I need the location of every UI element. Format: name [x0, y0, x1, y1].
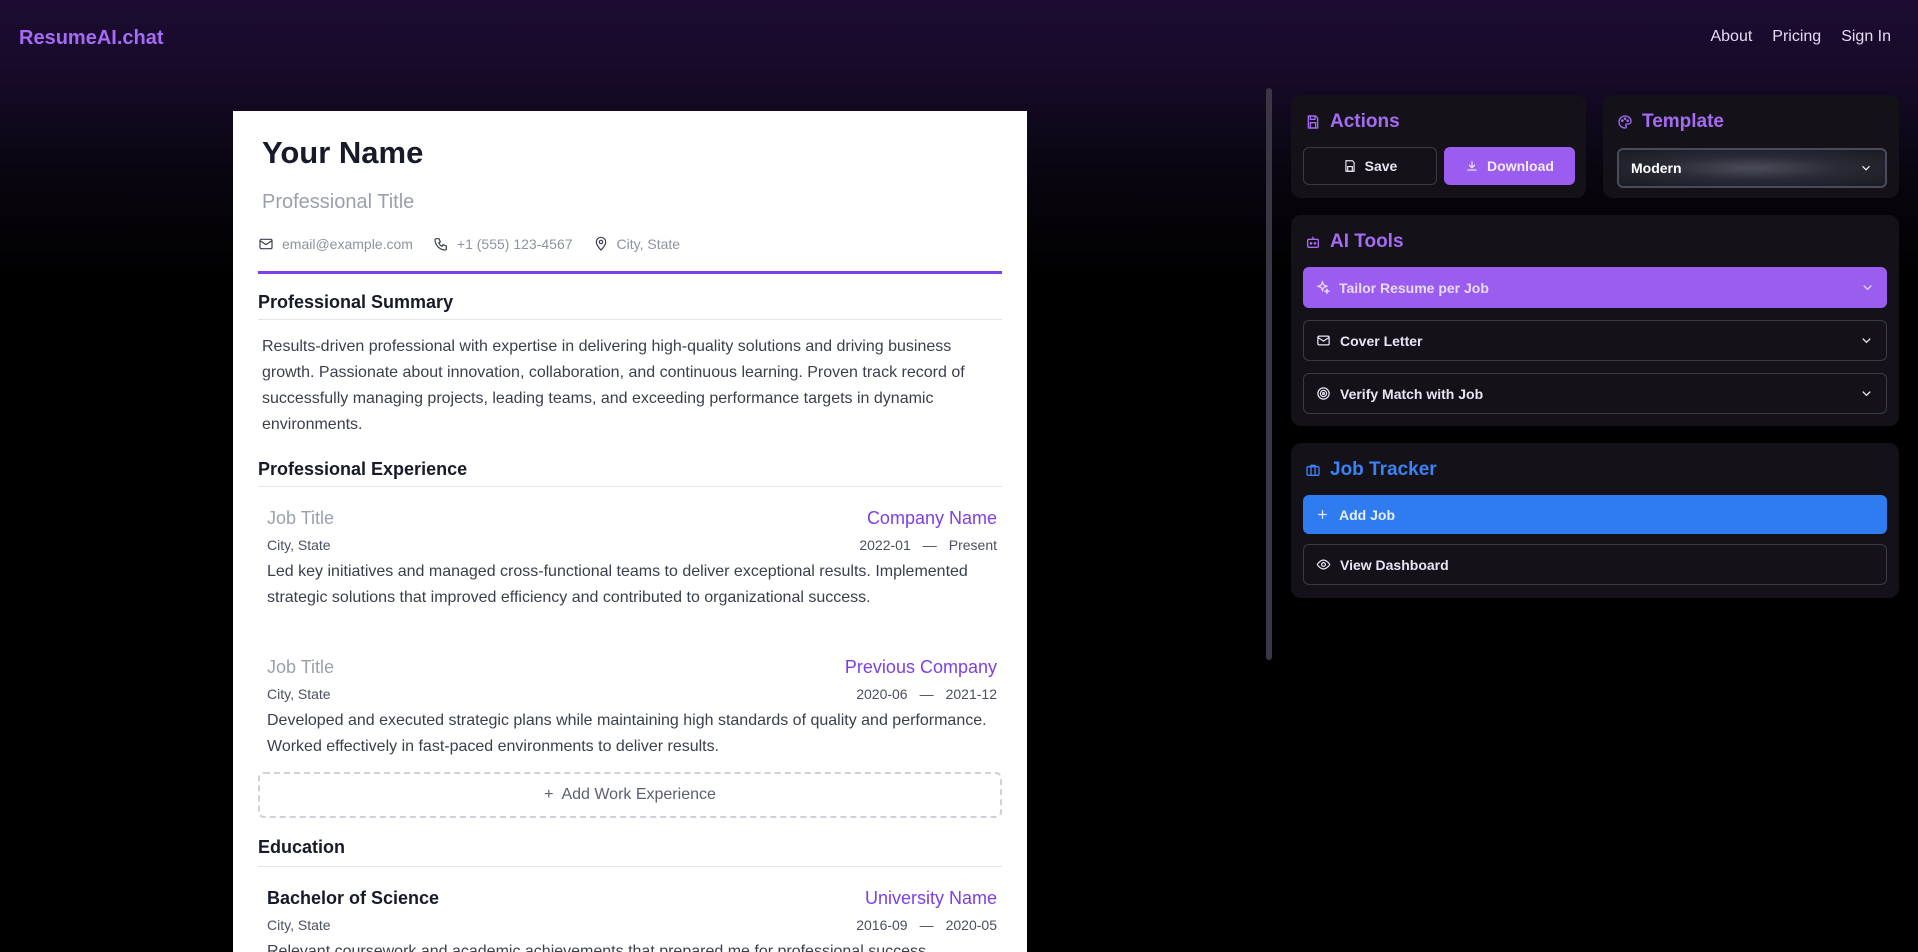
tailor-resume-label: Tailor Resume per Job: [1339, 279, 1489, 296]
date-separator: —: [922, 537, 937, 553]
experience-divider: [258, 486, 1002, 487]
education-description[interactable]: Relevant coursework and academic achieve…: [267, 939, 997, 952]
view-dashboard-label: View Dashboard: [1340, 556, 1449, 573]
job-description[interactable]: Developed and executed strategic plans w…: [267, 708, 997, 760]
template-heading: Template: [1642, 111, 1725, 132]
date-separator: —: [919, 917, 934, 933]
preview-scrollbar[interactable]: [1266, 88, 1272, 660]
eye-icon: [1316, 559, 1331, 570]
job-title[interactable]: Job Title: [267, 657, 334, 678]
ai-tools-heading: AI Tools: [1330, 231, 1404, 252]
job-tracker-heading: Job Tracker: [1330, 459, 1437, 480]
contact-phone[interactable]: +1 (555) 123-4567: [433, 236, 573, 252]
email-text: email@example.com: [282, 236, 413, 252]
contact-location[interactable]: City, State: [593, 236, 681, 252]
mail-icon: [1317, 335, 1330, 346]
verify-match-dropdown[interactable]: Verify Match with Job: [1303, 373, 1887, 414]
job-tracker-header: Job Tracker: [1305, 459, 1437, 481]
save-icon: [1307, 115, 1319, 129]
download-button[interactable]: Download: [1444, 147, 1575, 185]
cover-letter-label: Cover Letter: [1340, 332, 1423, 349]
resume-name[interactable]: Your Name: [262, 135, 423, 171]
ai-tools-header: AI Tools: [1305, 231, 1404, 253]
bot-icon: [1307, 236, 1319, 248]
plus-icon: [1318, 510, 1327, 519]
experience-entry[interactable]: Job Title Previous Company City, State 2…: [267, 657, 997, 760]
top-bar: ResumeAI.chat About Pricing Sign In: [0, 0, 1918, 78]
company-name[interactable]: Previous Company: [845, 657, 997, 678]
chevron-down-icon: [1862, 338, 1871, 344]
top-nav: About Pricing Sign In: [1710, 28, 1891, 46]
template-selected-value: Modern: [1631, 160, 1682, 176]
download-icon: [1467, 161, 1477, 171]
location-text: City, State: [616, 236, 681, 252]
add-job-label: Add Job: [1339, 506, 1395, 523]
experience-entry[interactable]: Job Title Company Name City, State 2022-…: [267, 508, 997, 611]
contact-row: email@example.com +1 (555) 123-4567 City…: [258, 236, 680, 252]
view-dashboard-button[interactable]: View Dashboard: [1303, 544, 1887, 585]
job-location[interactable]: City, State: [267, 686, 331, 702]
phone-icon: [434, 238, 447, 251]
target-icon: [1317, 387, 1330, 400]
tailor-resume-dropdown[interactable]: Tailor Resume per Job: [1303, 267, 1887, 308]
experience-heading: Professional Experience: [258, 459, 468, 479]
education-entry[interactable]: Bachelor of Science University Name City…: [267, 888, 997, 952]
start-date[interactable]: 2022-01: [859, 537, 910, 553]
job-dates: 2022-01 — Present: [859, 537, 997, 553]
resume-title[interactable]: Professional Title: [262, 191, 414, 214]
resume-preview: Your Name Professional Title email@examp…: [233, 111, 1027, 952]
actions-header: Actions: [1305, 111, 1400, 133]
briefcase-icon: [1306, 464, 1320, 476]
template-select[interactable]: Modern: [1617, 148, 1887, 188]
plus-icon: +: [544, 786, 554, 803]
end-date[interactable]: Present: [949, 537, 997, 553]
summary-text[interactable]: Results-driven professional with experti…: [262, 334, 997, 438]
company-name[interactable]: Company Name: [867, 508, 997, 529]
nav-sign-in[interactable]: Sign In: [1841, 28, 1891, 46]
chevron-down-icon: [1862, 165, 1870, 171]
verify-match-label: Verify Match with Job: [1340, 385, 1484, 402]
job-title[interactable]: Job Title: [267, 508, 334, 529]
school-location[interactable]: City, State: [267, 917, 331, 933]
map-pin-icon: [595, 236, 606, 251]
nav-pricing[interactable]: Pricing: [1772, 28, 1821, 46]
add-work-experience-button[interactable]: + Add Work Experience: [258, 772, 1002, 818]
palette-icon: [1618, 115, 1632, 129]
template-header: Template: [1617, 111, 1724, 133]
actions-heading: Actions: [1330, 111, 1400, 132]
summary-heading: Professional Summary: [258, 292, 454, 312]
job-dates: 2020-06 — 2021-12: [856, 686, 997, 702]
school-name[interactable]: University Name: [865, 888, 997, 909]
job-description[interactable]: Led key initiatives and managed cross-fu…: [267, 559, 997, 611]
degree[interactable]: Bachelor of Science: [267, 888, 439, 909]
education-dates: 2016-09 — 2020-05: [856, 917, 997, 933]
education-divider: [258, 866, 1002, 867]
start-date[interactable]: 2020-06: [856, 686, 907, 702]
education-heading: Education: [258, 837, 346, 857]
header-divider: [258, 271, 1002, 274]
nav-about[interactable]: About: [1710, 28, 1752, 46]
phone-text: +1 (555) 123-4567: [456, 236, 573, 252]
save-label: Save: [1364, 158, 1398, 174]
date-separator: —: [919, 686, 934, 702]
mail-icon: [259, 238, 273, 250]
contact-email[interactable]: email@example.com: [258, 236, 413, 252]
end-date[interactable]: 2020-05: [946, 917, 997, 933]
save-button[interactable]: Save: [1303, 147, 1437, 185]
logo[interactable]: ResumeAI.chat: [19, 27, 164, 50]
save-icon: [1344, 160, 1355, 172]
cover-letter-dropdown[interactable]: Cover Letter: [1303, 320, 1887, 361]
add-work-experience-label: Add Work Experience: [561, 786, 716, 803]
summary-divider: [258, 319, 1002, 320]
sparkles-icon: [1316, 280, 1330, 295]
add-job-button[interactable]: Add Job: [1303, 495, 1887, 534]
job-location[interactable]: City, State: [267, 537, 331, 553]
chevron-down-icon: [1862, 391, 1871, 397]
end-date[interactable]: 2021-12: [946, 686, 997, 702]
chevron-down-icon: [1863, 285, 1872, 291]
download-label: Download: [1487, 158, 1554, 174]
start-date[interactable]: 2016-09: [856, 917, 907, 933]
